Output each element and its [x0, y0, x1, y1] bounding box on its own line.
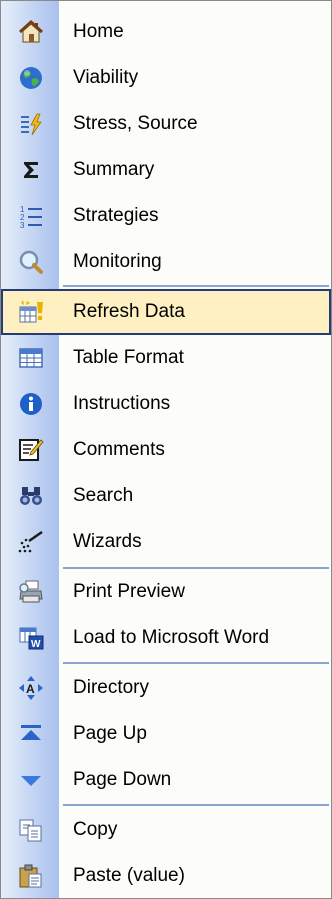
magic-wand-icon [16, 527, 46, 557]
menu-item-label: Page Down [73, 769, 172, 790]
menu-item-label: Paste (value) [73, 865, 185, 886]
home-icon [16, 17, 46, 47]
menu-item-label: Page Up [73, 723, 147, 744]
menu-item-label: Refresh Data [73, 301, 185, 322]
menu-item-label: Strategies [73, 205, 159, 226]
globe-icon [16, 63, 46, 93]
menu-separator [63, 804, 329, 806]
paste-icon [16, 861, 46, 891]
context-menu: Home Viability Stress, Source Summary 1 … [0, 0, 332, 899]
menu-item-label: Viability [73, 67, 139, 88]
menu-item-label: Table Format [73, 347, 184, 368]
page-up-icon [16, 719, 46, 749]
menu-separator [63, 662, 329, 664]
menu-item-instructions[interactable]: Instructions [1, 381, 331, 427]
word-document-icon: W [16, 623, 46, 653]
menu-item-label: Copy [73, 819, 118, 840]
menu-item-paste-value[interactable]: Paste (value) [1, 853, 331, 899]
copy-icon [16, 815, 46, 845]
menu-item-print-preview[interactable]: Print Preview [1, 569, 331, 615]
menu-item-label: Instructions [73, 393, 171, 414]
menu-item-label: Stress, Source [73, 113, 198, 134]
sigma-icon [16, 155, 46, 185]
menu-item-stress-source[interactable]: Stress, Source [1, 101, 331, 147]
menu-item-home[interactable]: Home [1, 9, 331, 55]
menu-item-refresh-data[interactable]: Refresh Data [1, 289, 331, 335]
menu-item-label: Directory [73, 677, 150, 698]
lightning-list-icon [16, 109, 46, 139]
menu-item-comments[interactable]: Comments [1, 427, 331, 473]
magnifier-icon [16, 247, 46, 277]
menu-item-page-up[interactable]: Page Up [1, 711, 331, 757]
menu-item-strategies[interactable]: 1 2 3 Strategies [1, 193, 331, 239]
info-icon [16, 389, 46, 419]
menu-item-label: Comments [73, 439, 165, 460]
menu-item-label: Print Preview [73, 581, 185, 602]
menu-item-label: Home [73, 21, 124, 42]
directory-arrows-icon: A [16, 673, 46, 703]
menu-item-copy[interactable]: Copy [1, 807, 331, 853]
table-icon [16, 343, 46, 373]
refresh-data-icon [16, 297, 46, 327]
menu-item-directory[interactable]: A Directory [1, 665, 331, 711]
print-preview-icon [16, 577, 46, 607]
menu-item-table-format[interactable]: Table Format [1, 335, 331, 381]
menu-item-label: Wizards [73, 531, 142, 552]
menu-separator [63, 285, 329, 287]
menu-item-label: Monitoring [73, 251, 162, 272]
menu-item-monitoring[interactable]: Monitoring [1, 239, 331, 285]
menu-item-label: Load to Microsoft Word [73, 627, 270, 648]
menu-item-summary[interactable]: Summary [1, 147, 331, 193]
page-down-icon [16, 765, 46, 795]
binoculars-icon [16, 481, 46, 511]
menu-item-search[interactable]: Search [1, 473, 331, 519]
menu-item-load-to-word[interactable]: W Load to Microsoft Word [1, 615, 331, 661]
svg-text:A: A [26, 682, 35, 696]
menu-item-viability[interactable]: Viability [1, 55, 331, 101]
svg-text:W: W [31, 639, 41, 650]
menu-item-label: Search [73, 485, 134, 506]
svg-text:3: 3 [20, 221, 25, 229]
menu-item-wizards[interactable]: Wizards [1, 519, 331, 565]
menu-item-label: Summary [73, 159, 155, 180]
note-pencil-icon [16, 435, 46, 465]
menu-item-page-down[interactable]: Page Down [1, 757, 331, 803]
numbered-list-icon: 1 2 3 [16, 201, 46, 231]
